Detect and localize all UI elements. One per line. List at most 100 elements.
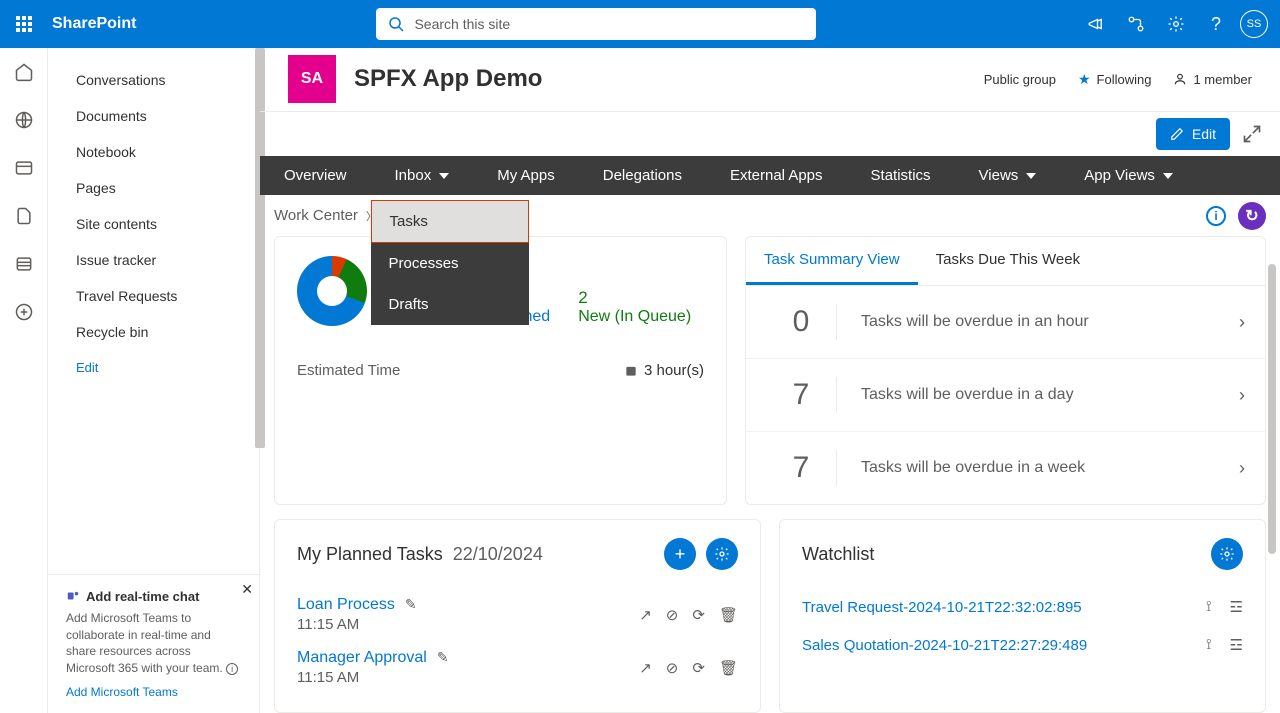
watchlist-title: Watchlist [802,544,874,565]
unwatch-icon[interactable]: ⟟ [1206,636,1212,654]
forward-icon[interactable]: ⟳ [692,606,705,624]
task-time: 11:15 AM [297,669,449,686]
estimated-time-label: Estimated Time [297,362,400,379]
details-icon[interactable]: ☲ [1230,598,1243,616]
planned-settings-button[interactable] [706,538,738,570]
delete-icon[interactable]: 🗑 [719,606,738,624]
nav-notebook[interactable]: Notebook [48,134,259,170]
nav-sitecontents[interactable]: Site contents [48,206,259,242]
settings-icon[interactable] [1160,8,1192,40]
tab-statistics[interactable]: Statistics [847,156,955,195]
user-avatar[interactable]: SS [1240,10,1268,38]
planned-date: 22/10/2024 [453,544,543,565]
dropdown-processes[interactable]: Processes [371,243,529,284]
person-icon [1173,72,1187,86]
search-box[interactable] [376,8,816,40]
task-row: Manager Approval ✎ 11:15 AM ↗ ⊘ ⟳ 🗑 [297,641,738,694]
open-icon[interactable]: ↗ [639,659,652,677]
task-summary-card: Task Summary View Tasks Due This Week 0T… [745,236,1266,505]
tab-inbox[interactable]: Inbox Tasks Processes Drafts [371,156,474,195]
watchlist-row: Travel Request-2024-10-21T22:32:02:895 ⟟… [802,588,1243,626]
site-title: SPFX App Demo [354,65,542,93]
nav-edit-link[interactable]: Edit [48,350,259,385]
dropdown-drafts[interactable]: Drafts [371,284,529,325]
content-scrollbar[interactable] [1268,264,1276,554]
megaphone-icon[interactable] [1080,8,1112,40]
watchlist-link[interactable]: Travel Request-2024-10-21T22:32:02:895 [802,599,1206,616]
forward-icon[interactable]: ⟳ [692,659,705,677]
pencil-icon [1170,127,1184,141]
tab-externalapps[interactable]: External Apps [706,156,847,195]
tab-myapps[interactable]: My Apps [473,156,579,195]
tab-tasks-due-week[interactable]: Tasks Due This Week [918,237,1099,285]
news-icon[interactable] [12,156,36,180]
nav-conversations[interactable]: Conversations [48,62,259,98]
search-icon [388,16,404,32]
flow-icon[interactable] [1120,8,1152,40]
summary-row[interactable]: 7Tasks will be overdue in a day› [746,359,1265,432]
breadcrumb-root[interactable]: Work Center [274,207,358,224]
promo-title: Add real-time chat [66,589,241,604]
help-icon[interactable]: ? [1200,8,1232,40]
check-icon[interactable]: ⊘ [666,606,679,624]
site-logo: SA [288,55,336,103]
details-icon[interactable]: ☲ [1230,636,1243,654]
task-link[interactable]: Manager Approval [297,649,427,666]
add-task-button[interactable]: + [664,538,696,570]
chevron-down-icon [439,173,449,179]
watchlist-link[interactable]: Sales Quotation-2024-10-21T22:27:29:489 [802,637,1206,654]
tab-views[interactable]: Views [955,156,1061,195]
file-icon[interactable] [12,204,36,228]
edit-task-icon[interactable]: ✎ [405,596,417,612]
tab-task-summary[interactable]: Task Summary View [746,237,918,285]
nav-issuetracker[interactable]: Issue tracker [48,242,259,278]
task-time: 11:15 AM [297,616,417,633]
chevron-right-icon: › [1239,458,1245,479]
list-icon[interactable] [12,252,36,276]
add-icon[interactable] [12,300,36,324]
dropdown-tasks[interactable]: Tasks [371,200,529,243]
summary-row[interactable]: 0Tasks will be overdue in an hour› [746,286,1265,359]
nav-documents[interactable]: Documents [48,98,259,134]
edit-page-button[interactable]: Edit [1156,118,1230,150]
following-button[interactable]: ★Following [1078,71,1151,88]
tab-delegations[interactable]: Delegations [579,156,706,195]
app-launcher[interactable] [0,0,48,48]
nav-pages[interactable]: Pages [48,170,259,206]
nav-travelrequests[interactable]: Travel Requests [48,278,259,314]
tasks-donut-chart [297,256,367,326]
unwatch-icon[interactable]: ⟟ [1206,598,1212,616]
tab-appviews[interactable]: App Views [1060,156,1197,195]
new-stat[interactable]: 2New (In Queue) [578,288,691,326]
info-small-icon[interactable]: i [226,663,238,675]
edit-task-icon[interactable]: ✎ [437,649,449,665]
check-icon[interactable]: ⊘ [666,659,679,677]
promo-body: Add Microsoft Teams to collaborate in re… [66,610,241,677]
planned-tasks-card: My Planned Tasks 22/10/2024 + Loan Proce… [274,519,761,713]
nav-recyclebin[interactable]: Recycle bin [48,314,259,350]
tab-overview[interactable]: Overview [260,156,371,195]
summary-row[interactable]: 7Tasks will be overdue in a week› [746,432,1265,504]
refresh-icon[interactable]: ↻ [1238,202,1266,230]
expand-icon[interactable] [1242,124,1262,144]
delete-icon[interactable]: 🗑 [719,659,738,677]
teams-icon [66,589,80,603]
home-icon[interactable] [12,60,36,84]
open-icon[interactable]: ↗ [639,606,652,624]
task-row: Loan Process ✎ 11:15 AM ↗ ⊘ ⟳ 🗑 [297,588,738,641]
chevron-right-icon: › [1239,385,1245,406]
globe-icon[interactable] [12,108,36,132]
estimated-time-value: 3 hour(s) [624,362,704,379]
task-link[interactable]: Loan Process [297,596,395,613]
star-icon: ★ [1078,71,1091,88]
watchlist-settings-button[interactable] [1211,538,1243,570]
close-icon[interactable]: ✕ [241,581,253,598]
watchlist-card: Watchlist Travel Request-2024-10-21T22:3… [779,519,1266,713]
info-icon[interactable]: i [1206,206,1226,226]
chevron-down-icon [1026,173,1036,179]
chevron-down-icon [1163,173,1173,179]
members-link[interactable]: 1 member [1173,72,1252,87]
promo-link[interactable]: Add Microsoft Teams [66,685,178,699]
watchlist-row: Sales Quotation-2024-10-21T22:27:29:489 … [802,626,1243,664]
search-input[interactable] [414,16,804,32]
